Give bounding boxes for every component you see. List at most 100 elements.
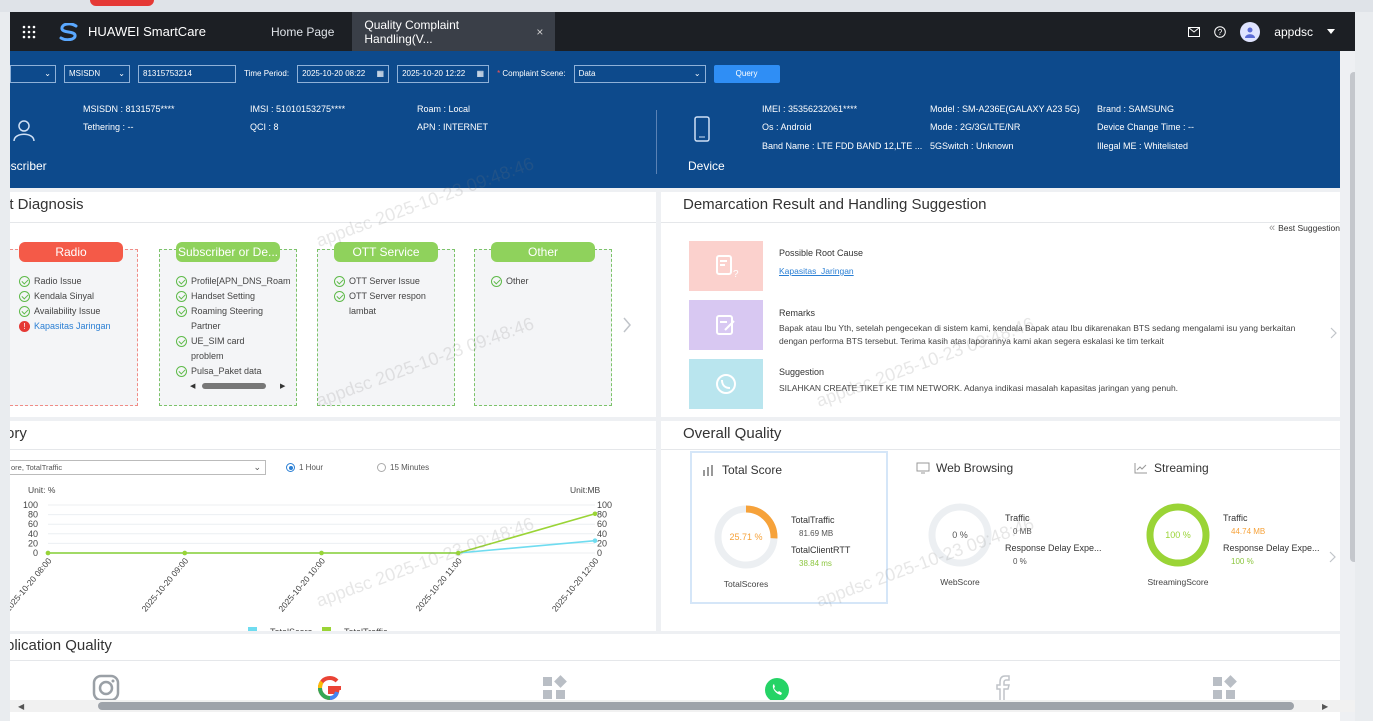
streaming-card[interactable]: Streaming 100 % Traffic 44.74 MB Respons… [1124,451,1322,604]
username[interactable]: appdsc [1274,25,1313,39]
id-type-select[interactable]: MSISDN ⌄ [64,64,130,83]
brand-logo: HUAWEI SmartCare [48,22,253,41]
instagram-icon[interactable] [92,674,120,702]
diagnosis-card-ott[interactable]: OTT Service OTT Server Issue OTT Server … [317,242,455,406]
time-period-label: Time Period: [244,69,290,78]
chevron-down-icon[interactable] [1327,29,1335,34]
diagnosis-card-radio[interactable]: Radio Radio Issue Kendala Sinyal Availab… [10,242,139,406]
app-grid-icon[interactable] [10,12,48,51]
card-title: OTT Service [334,242,438,262]
top-navigation: HUAWEI SmartCare Home Page Quality Compl… [10,12,1355,51]
avatar[interactable] [1240,21,1261,42]
item-label: OTT Server Issue [349,276,420,286]
imsi-field: IMSI : 51010153275**** [250,104,346,114]
id-type-value: MSISDN [69,69,101,78]
best-suggestion-link[interactable]: «Best Suggestion [1269,222,1340,234]
mode-field: Mode : 2G/3G/LTE/NR [930,122,1021,132]
calendar-icon[interactable]: ▦ [377,69,385,78]
imei-field: IMEI : 35356232061**** [762,104,858,114]
metric-value: 0 MB [1013,527,1032,536]
card-title: Radio [19,242,123,262]
bar-chart-icon [703,465,713,476]
y-tick-right: 40 [597,529,607,539]
metric-select-value: ore, TotalTraffic [11,463,63,472]
diagnosis-item: Radio Issue [19,274,139,289]
msisdn-input[interactable]: 81315753214 [138,64,236,83]
vertical-scrollbar-thumb[interactable] [1350,72,1355,562]
check-icon [334,276,345,287]
card-scrollbar[interactable]: ◀ ▶ [190,382,290,390]
diagnosis-card-other[interactable]: Other Other [474,242,612,406]
start-time-input[interactable]: 2025-10-20 08:22 ▦ [297,64,390,83]
calendar-icon[interactable]: ▦ [477,69,485,78]
chevron-right-icon[interactable] [1329,551,1337,563]
diagnosis-card-subscriber[interactable]: Subscriber or De... Profile[APN_DNS_Roam… [159,242,297,406]
help-icon[interactable]: ? [1214,25,1227,38]
card-title: Web Browsing [916,461,1013,475]
nav-user-area: ? appdsc [1188,12,1335,51]
complaint-scene-label: * Complaint Scene: [497,69,566,78]
item-label: OTT Server respon lambat [349,291,426,316]
radio-selected-icon [286,463,295,472]
chevron-right-icon[interactable] [622,317,632,333]
scroll-left-icon[interactable]: ◀ [190,382,195,390]
diagnosis-item: OTT Server respon lambat [334,289,434,319]
card-title-text: Total Score [722,463,783,477]
chevron-down-icon: ⌄ [253,462,261,472]
x-tick-label: 2025-10-20 09:00 [139,556,190,614]
total-score-card[interactable]: Total Score 25.71 % TotalTraffic 81.69 M… [690,451,888,604]
device-change-time-field: Device Change Time : -- [1097,122,1195,132]
scene-value: Data [578,69,596,78]
card-title-text: Streaming [1154,461,1209,475]
tethering-field: Tethering : -- [83,122,134,132]
end-time-input[interactable]: 2025-10-20 12:22 ▦ [397,64,490,83]
root-cause-link[interactable]: Kapasitas_Jaringan [779,265,1319,278]
horizontal-scrollbar-thumb[interactable] [98,702,1294,710]
suggestion-label: Suggestion [779,367,825,377]
facebook-icon[interactable] [988,674,1016,702]
root-cause-image: ? [689,241,763,291]
diagnosis-item: Profile[APN_DNS_Roam [176,274,296,289]
app-grid-icon[interactable] [1210,674,1238,702]
scroll-right-icon[interactable]: ▶ [1322,702,1328,711]
panel-title: Overall Quality [683,425,782,442]
remarks-label: Remarks [779,308,816,318]
overall-quality-panel: Overall Quality Total Score 25.71 % Tota… [661,421,1340,631]
diagnosis-item: Pulsa_Paket data [176,364,296,379]
granularity-1-hour[interactable]: 1 Hour [286,463,323,472]
metric-value: 44.74 MB [1231,527,1266,536]
close-tab-icon[interactable]: × [536,25,543,39]
subscriber-label: bscriber [10,159,47,173]
document-question-icon: ? [716,255,739,279]
panel-title: lt Diagnosis [10,196,84,213]
card-caption: TotalScores [723,579,769,589]
region-select[interactable]: ⌄ [10,64,56,83]
legend-label: TotalTraffic [344,627,388,631]
monitor-icon [916,462,930,474]
msisdn-value: 81315753214 [143,69,192,78]
complaint-scene-select[interactable]: Data ⌄ [573,64,706,83]
chevron-right-icon[interactable] [1330,327,1338,339]
diagnosis-item-link[interactable]: ! Kapasitas Jaringan [19,319,139,334]
metric-value: 100 % [1231,557,1254,566]
scroll-thumb[interactable] [202,383,266,389]
metric-select[interactable]: ore, TotalTraffic ⌄ [10,460,266,475]
web-browsing-card[interactable]: Web Browsing 0 % Traffic 0 MB Response D… [906,451,1104,604]
tab-quality-complaint[interactable]: Quality Complaint Handling(V... × [352,12,556,51]
google-icon[interactable] [316,674,344,702]
data-point-TotalTraffic [45,550,51,556]
query-button[interactable]: Query [713,64,780,83]
scroll-left-icon[interactable]: ◀ [18,702,24,711]
data-point-TotalTraffic [319,550,324,556]
remarks-text: Bapak atau Ibu Yth, setelah pengecekan d… [779,323,1296,346]
app-grid-icon[interactable] [540,674,568,702]
diagnosis-item: Other [491,274,611,289]
demarcation-panel: Demarcation Result and Handling Suggesti… [661,192,1340,417]
chevron-down-icon: ⌄ [44,69,51,78]
mail-icon[interactable] [1188,26,1201,37]
granularity-15-minutes[interactable]: 15 Minutes [377,463,429,472]
tab-home-page[interactable]: Home Page [253,12,352,51]
radio-icon [377,463,386,472]
scroll-right-icon[interactable]: ▶ [280,382,285,390]
metric-label: TotalTraffic [791,515,835,525]
